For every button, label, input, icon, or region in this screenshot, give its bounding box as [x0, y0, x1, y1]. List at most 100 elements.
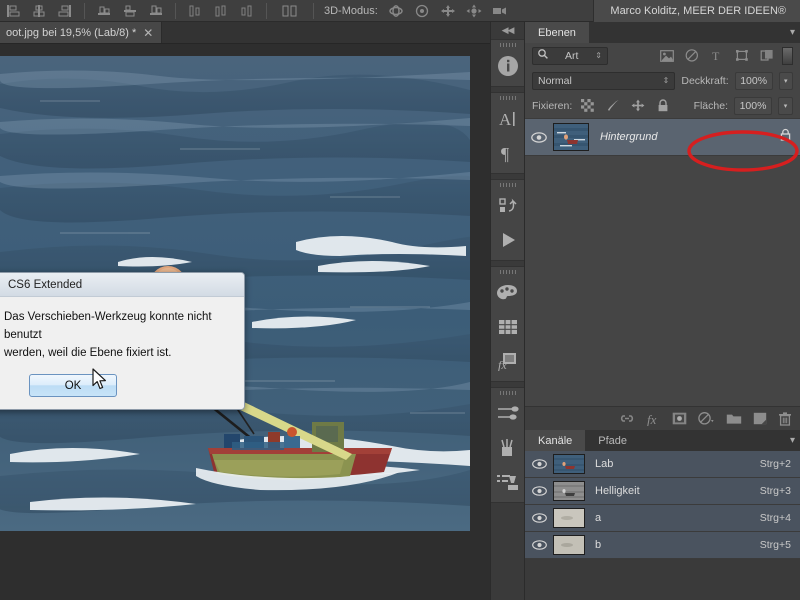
blend-mode-value: Normal: [538, 74, 572, 87]
lock-icon[interactable]: [780, 128, 791, 146]
close-icon[interactable]: ✕: [143, 27, 153, 39]
opacity-dropdown-icon[interactable]: ▾: [778, 71, 793, 90]
options-divider-4: [313, 2, 314, 19]
distribute-left-icon[interactable]: [182, 0, 208, 22]
lock-all-icon[interactable]: [653, 97, 672, 115]
align-right-edges-icon[interactable]: [52, 0, 78, 22]
rotate-3d-object-icon[interactable]: [384, 0, 410, 22]
align-left-edges-icon[interactable]: [0, 0, 26, 22]
dock-group-info: [491, 39, 524, 87]
lock-image-pixels-icon[interactable]: [603, 97, 622, 115]
roll-3d-object-icon[interactable]: [410, 0, 436, 22]
layer-filter-kind-select[interactable]: Art ⇕: [532, 46, 608, 65]
new-group-icon[interactable]: [726, 412, 742, 425]
new-layer-icon[interactable]: [753, 412, 767, 425]
document-tab[interactable]: oot.jpg bei 19,5% (Lab/8) * ✕: [0, 22, 163, 43]
distribute-right-icon[interactable]: [234, 0, 260, 22]
add-layer-mask-icon[interactable]: [672, 412, 687, 425]
layers-empty-area[interactable]: [525, 156, 800, 406]
channel-visibility-toggle[interactable]: [525, 486, 553, 496]
mouse-cursor: [92, 368, 106, 390]
channel-visibility-toggle[interactable]: [525, 540, 553, 550]
new-adjustment-layer-icon[interactable]: [698, 412, 715, 425]
channel-visibility-toggle[interactable]: [525, 459, 553, 469]
swatches-palette-icon[interactable]: [491, 276, 524, 310]
channel-visibility-toggle[interactable]: [525, 513, 553, 523]
pan-3d-object-icon[interactable]: [436, 0, 462, 22]
brush-settings-icon[interactable]: [491, 397, 524, 431]
dock-gripper[interactable]: [491, 93, 524, 102]
photoshop-window: 3D-Modus: Marco Kolditz, MEER DER IDEEN®…: [0, 0, 800, 600]
lock-transparent-pixels-icon[interactable]: [578, 97, 597, 115]
blend-mode-select[interactable]: Normal ⇕: [532, 71, 676, 90]
dock-gripper[interactable]: [491, 267, 524, 276]
layer-styles-fx-icon[interactable]: fx: [491, 344, 524, 378]
tab-kanaele[interactable]: Kanäle: [525, 430, 586, 451]
distribute-center-icon[interactable]: [208, 0, 234, 22]
layer-thumbnail[interactable]: [553, 123, 589, 151]
mode-3d-icons-group: [384, 0, 514, 22]
tab-pfade[interactable]: Pfade: [585, 430, 641, 451]
channel-name: a: [595, 512, 602, 524]
channel-row-b[interactable]: b Strg+5: [525, 532, 800, 559]
filter-enable-toggle[interactable]: [782, 46, 793, 65]
layer-name[interactable]: Hintergrund: [589, 131, 780, 143]
link-layers-icon[interactable]: [619, 412, 635, 425]
lock-fill-row: Fixieren: Fläche: 100% ▾: [525, 93, 800, 118]
color-grid-icon[interactable]: [491, 310, 524, 344]
auto-align-layers-icon[interactable]: [273, 0, 307, 22]
fill-dropdown-icon[interactable]: ▾: [778, 96, 793, 115]
channel-row-a[interactable]: a Strg+4: [525, 505, 800, 532]
add-layer-style-fx-icon[interactable]: fx: [646, 412, 661, 426]
filter-smartobject-icon[interactable]: [757, 47, 776, 65]
options-divider-1: [84, 2, 85, 19]
chevron-updown-icon[interactable]: ⇕: [663, 76, 670, 85]
filter-shape-icon[interactable]: [732, 47, 751, 65]
info-icon[interactable]: [491, 49, 524, 83]
dock-gripper[interactable]: [491, 388, 524, 397]
align-bottom-edges-icon[interactable]: [143, 0, 169, 22]
clone-source-icon[interactable]: [491, 465, 524, 499]
options-bar: 3D-Modus: Marco Kolditz, MEER DER IDEEN®: [0, 0, 800, 22]
history-icon[interactable]: [491, 189, 524, 223]
filter-adjustment-icon[interactable]: [682, 47, 701, 65]
dialog-message-line-2: werden, weil die Ebene fixiert ist.: [4, 346, 172, 359]
dock-gripper[interactable]: [491, 180, 524, 189]
brush-presets-icon[interactable]: [491, 431, 524, 465]
slide-3d-object-icon[interactable]: [462, 0, 488, 22]
align-top-edges-icon[interactable]: [91, 0, 117, 22]
chevron-updown-icon[interactable]: ⇕: [595, 51, 602, 60]
eye-icon: [531, 540, 547, 550]
channel-row-helligkeit[interactable]: Helligkeit Strg+3: [525, 478, 800, 505]
align-vertical-centers-icon[interactable]: [117, 0, 143, 22]
fill-input[interactable]: 100%: [734, 96, 772, 115]
dock-gripper[interactable]: [491, 40, 524, 49]
paragraph-icon[interactable]: ¶: [491, 136, 524, 170]
panel-menu-icon[interactable]: ▾: [790, 430, 795, 451]
scale-3d-object-icon[interactable]: [488, 0, 514, 22]
channel-row-lab[interactable]: Lab Strg+2: [525, 451, 800, 478]
tab-ebenen[interactable]: Ebenen: [525, 22, 589, 43]
channel-thumbnail[interactable]: [553, 535, 585, 555]
layer-visibility-toggle[interactable]: [525, 131, 553, 143]
opacity-input[interactable]: 100%: [734, 71, 773, 90]
channel-thumbnail[interactable]: [553, 454, 585, 474]
svg-text:¶: ¶: [501, 144, 509, 163]
align-horizontal-centers-icon[interactable]: [26, 0, 52, 22]
filter-type-icon[interactable]: T: [707, 47, 726, 65]
lock-label: Fixieren:: [532, 99, 573, 112]
expand-panels-icon[interactable]: ◀◀: [491, 22, 524, 39]
layer-row-hintergrund[interactable]: Hintergrund: [525, 118, 800, 156]
lock-position-icon[interactable]: [628, 97, 647, 115]
character-icon[interactable]: A: [491, 102, 524, 136]
filter-pixel-icon[interactable]: [657, 47, 676, 65]
panel-menu-icon[interactable]: ▾: [790, 22, 795, 43]
channel-thumbnail[interactable]: [553, 481, 585, 501]
actions-play-icon[interactable]: [491, 223, 524, 257]
layers-panel-tabbar: Ebenen ▾: [525, 22, 800, 43]
delete-layer-icon[interactable]: [778, 411, 792, 426]
collapsed-panel-dock: ◀◀ A ¶ fx: [490, 22, 525, 600]
channel-shortcut: Strg+2: [759, 458, 791, 470]
channel-name: b: [595, 539, 602, 551]
channel-thumbnail[interactable]: [553, 508, 585, 528]
